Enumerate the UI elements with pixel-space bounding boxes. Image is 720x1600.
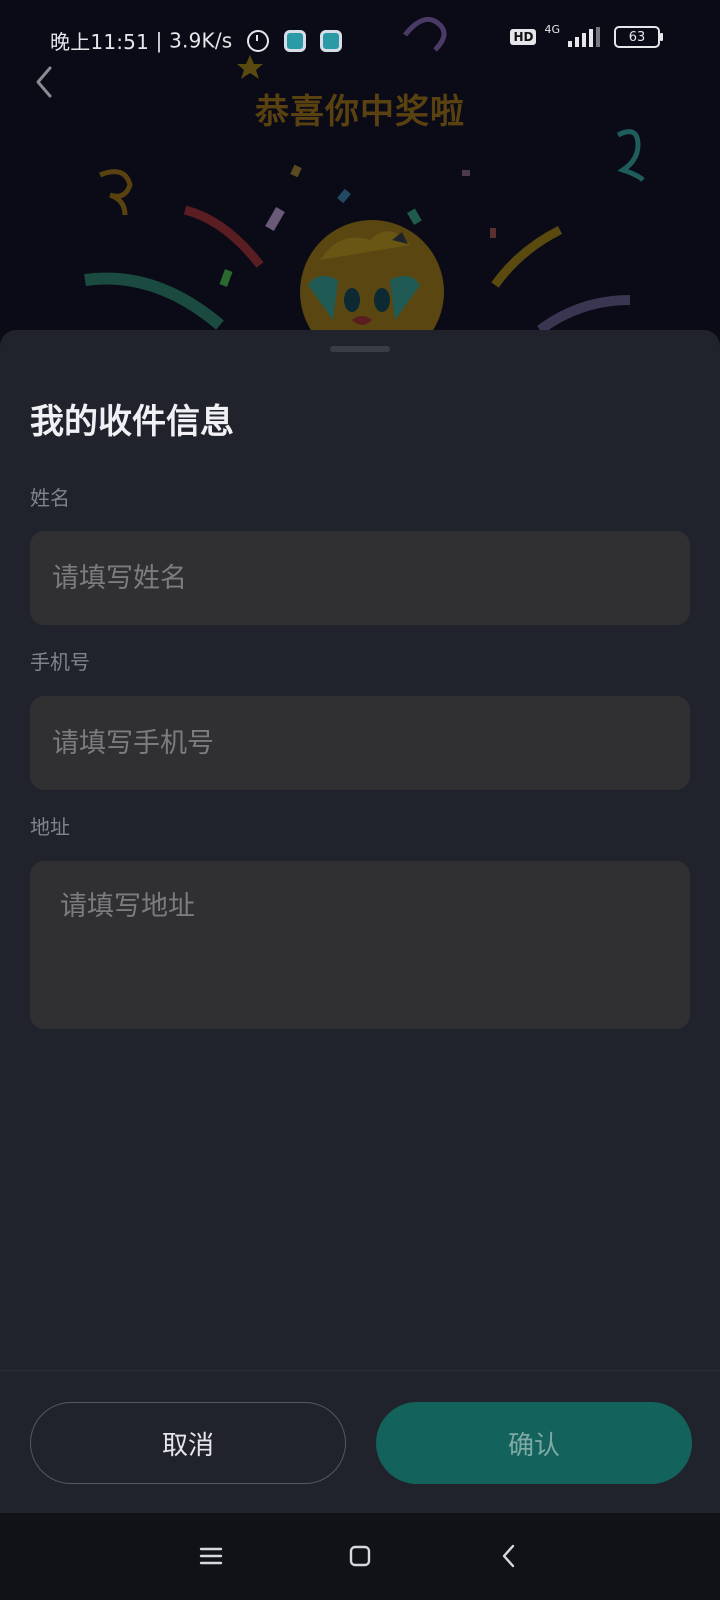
shipping-info-sheet: 我的收件信息 姓名 手机号 地址 取消 确认	[0, 330, 720, 1513]
confirm-button[interactable]: 确认	[376, 1402, 692, 1484]
sheet-title: 我的收件信息	[30, 402, 234, 442]
cancel-button[interactable]: 取消	[30, 1402, 346, 1484]
sheet-drag-handle[interactable]	[330, 346, 390, 352]
network-speed: 3.9K/s	[169, 28, 233, 53]
back-icon[interactable]	[495, 1541, 525, 1571]
battery-icon: 63	[614, 26, 663, 48]
hd-icon: HD	[510, 29, 537, 45]
menu-icon[interactable]	[196, 1541, 226, 1571]
phone-input[interactable]	[30, 696, 690, 790]
app-icon	[283, 29, 306, 52]
system-nav-bar	[0, 1513, 720, 1600]
signal-icon	[568, 27, 606, 47]
status-right: HD 4G 63	[510, 22, 663, 48]
home-icon[interactable]	[345, 1541, 375, 1571]
status-separator: |	[155, 28, 170, 53]
address-textarea[interactable]	[30, 861, 690, 1029]
battery-level: 63	[628, 29, 646, 45]
alarm-icon	[246, 29, 269, 52]
app-icon	[320, 29, 343, 52]
prize-title: 恭喜你中奖啦	[255, 92, 465, 132]
network-type: 4G	[544, 22, 560, 36]
name-input[interactable]	[30, 531, 690, 625]
status-bar: 晚上11:51 | 3.9K/s HD 4G 63	[0, 0, 720, 80]
clock-time: 晚上11:51	[50, 30, 150, 54]
name-label: 姓名	[30, 486, 70, 510]
status-left: 晚上11:51 | 3.9K/s	[50, 26, 343, 55]
address-label: 地址	[30, 815, 70, 839]
phone-label: 手机号	[30, 650, 90, 674]
footer-divider	[0, 1370, 720, 1371]
